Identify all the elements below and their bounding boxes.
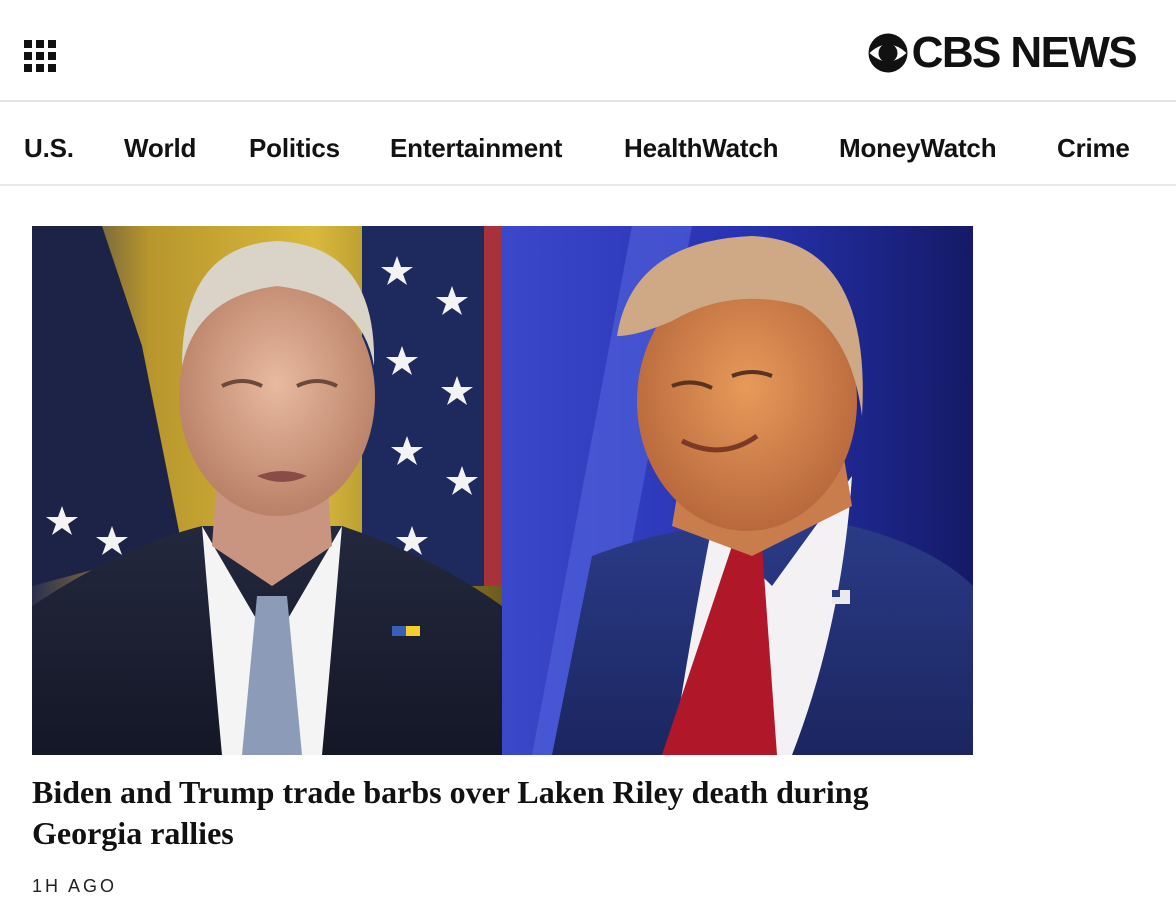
grid-dot	[48, 64, 56, 72]
story-hero-image[interactable]	[32, 226, 973, 755]
nav-item-crime[interactable]: Crime	[1057, 102, 1130, 184]
grid-dot	[24, 64, 32, 72]
section-nav: U.S. World Politics Entertainment Health…	[0, 102, 1176, 186]
nav-item-us[interactable]: U.S.	[24, 102, 74, 184]
grid-menu-icon[interactable]	[24, 40, 56, 72]
cbs-news-logo[interactable]: CBS NEWS	[868, 28, 1138, 77]
grid-dot	[24, 52, 32, 60]
nav-item-politics[interactable]: Politics	[249, 102, 340, 184]
grid-dot	[36, 64, 44, 72]
nav-item-world[interactable]: World	[124, 102, 196, 184]
grid-dot	[48, 52, 56, 60]
grid-dot	[36, 52, 44, 60]
story-headline[interactable]: Biden and Trump trade barbs over Laken R…	[32, 772, 952, 854]
nav-item-entertainment[interactable]: Entertainment	[390, 102, 562, 184]
hero-photo-illustration	[32, 226, 973, 755]
top-bar: CBS NEWS	[0, 0, 1176, 102]
grid-dot	[48, 40, 56, 48]
cbs-eye-icon	[868, 33, 908, 73]
logo-text: CBS NEWS	[911, 28, 1138, 77]
nav-item-moneywatch[interactable]: MoneyWatch	[839, 102, 997, 184]
grid-dot	[24, 40, 32, 48]
nav-item-healthwatch[interactable]: HealthWatch	[624, 102, 778, 184]
grid-dot	[36, 40, 44, 48]
story-timestamp: 1H AGO	[32, 876, 118, 896]
